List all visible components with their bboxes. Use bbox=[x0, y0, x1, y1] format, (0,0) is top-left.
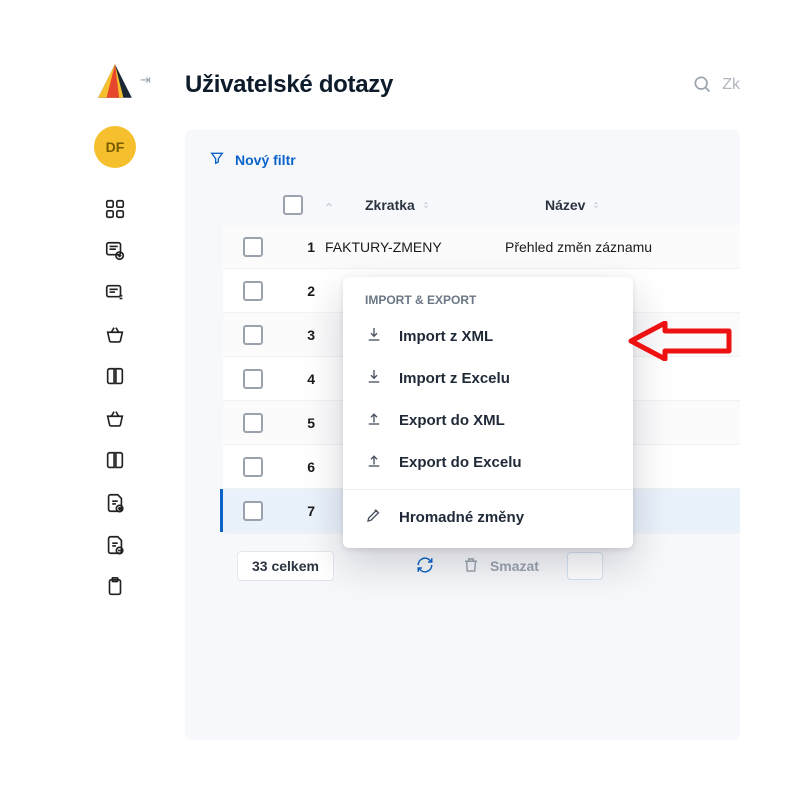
search-input[interactable]: Zk bbox=[678, 74, 740, 97]
nav-basket-icon[interactable] bbox=[98, 318, 132, 352]
row-checkbox[interactable] bbox=[243, 369, 263, 389]
pencil-icon bbox=[365, 506, 383, 528]
column-nazev[interactable]: Název bbox=[545, 197, 722, 213]
row-number: 2 bbox=[283, 283, 325, 299]
import-excel-item[interactable]: Import z Excelu bbox=[343, 357, 633, 399]
table-body: 1 FAKTURY-ZMENY Přehled změn záznamu 2 ě… bbox=[223, 225, 740, 533]
filter-icon bbox=[209, 150, 225, 169]
row-number: 3 bbox=[283, 327, 325, 343]
nav-basket2-icon[interactable] bbox=[98, 402, 132, 436]
content-panel: Nový filtr Zkratka Název 1 FAKTURY-ZMENY… bbox=[185, 130, 740, 740]
table-footer: 33 celkem Smazat bbox=[223, 551, 740, 581]
row-checkbox[interactable] bbox=[243, 501, 263, 521]
nav-doc-add-icon[interactable] bbox=[98, 486, 132, 520]
table-row[interactable]: 1 FAKTURY-ZMENY Přehled změn záznamu bbox=[223, 225, 740, 269]
upload-icon bbox=[365, 409, 383, 431]
row-number: 4 bbox=[283, 371, 325, 387]
nav-book-icon[interactable] bbox=[98, 360, 132, 394]
app-logo: ⇥ bbox=[94, 60, 136, 102]
row-number: 5 bbox=[283, 415, 325, 431]
new-filter-button[interactable]: Nový filtr bbox=[185, 150, 740, 185]
refresh-button[interactable] bbox=[416, 556, 434, 577]
export-excel-item[interactable]: Export do Excelu bbox=[343, 441, 633, 483]
sort-icon bbox=[421, 197, 431, 213]
row-checkbox[interactable] bbox=[243, 413, 263, 433]
total-count-badge: 33 celkem bbox=[237, 551, 334, 581]
nav-clipboard-icon[interactable] bbox=[98, 570, 132, 604]
bulk-changes-item[interactable]: Hromadné změny bbox=[343, 496, 633, 538]
select-all-checkbox[interactable] bbox=[283, 195, 303, 215]
page-title: Uživatelské dotazy bbox=[185, 71, 393, 99]
nav-book2-icon[interactable] bbox=[98, 444, 132, 478]
records-table: Zkratka Název 1 FAKTURY-ZMENY Přehled zm… bbox=[185, 185, 740, 581]
nav-doc-remove-icon[interactable] bbox=[98, 528, 132, 562]
table-header-row: Zkratka Název bbox=[185, 185, 740, 225]
delete-button[interactable]: Smazat bbox=[462, 556, 539, 577]
row-number: 7 bbox=[283, 503, 325, 519]
row-number: 1 bbox=[283, 239, 325, 255]
import-xml-item[interactable]: Import z XML bbox=[343, 315, 633, 357]
more-actions-button[interactable] bbox=[567, 552, 603, 580]
nav-dashboard-icon[interactable] bbox=[98, 192, 132, 226]
row-checkbox[interactable] bbox=[243, 281, 263, 301]
sidebar-rail: ⇥ DF bbox=[85, 60, 145, 740]
collapse-icon[interactable]: ⇥ bbox=[140, 72, 151, 88]
search-placeholder: Zk bbox=[722, 76, 740, 94]
search-icon bbox=[692, 74, 712, 97]
header: Uživatelské dotazy Zk bbox=[185, 60, 740, 110]
sort-id-button[interactable] bbox=[323, 199, 365, 211]
nav-add-record-icon[interactable] bbox=[98, 234, 132, 268]
row-checkbox[interactable] bbox=[243, 325, 263, 345]
popup-section-title: IMPORT & EXPORT bbox=[343, 293, 633, 315]
row-number: 6 bbox=[283, 459, 325, 475]
filter-label: Nový filtr bbox=[235, 152, 296, 168]
upload-icon bbox=[365, 451, 383, 473]
row-nazev: Přehled změn záznamu bbox=[505, 239, 740, 255]
download-icon bbox=[365, 367, 383, 389]
sort-icon bbox=[591, 197, 601, 213]
row-zkratka: FAKTURY-ZMENY bbox=[325, 239, 505, 255]
export-xml-item[interactable]: Export do XML bbox=[343, 399, 633, 441]
row-checkbox[interactable] bbox=[243, 237, 263, 257]
row-checkbox[interactable] bbox=[243, 457, 263, 477]
trash-icon bbox=[462, 556, 480, 577]
nav-list-icon[interactable] bbox=[98, 276, 132, 310]
refresh-icon bbox=[416, 556, 434, 577]
avatar[interactable]: DF bbox=[94, 126, 136, 168]
column-zkratka[interactable]: Zkratka bbox=[365, 197, 545, 213]
import-export-menu: IMPORT & EXPORT Import z XML Import z Ex… bbox=[343, 277, 633, 548]
download-icon bbox=[365, 325, 383, 347]
